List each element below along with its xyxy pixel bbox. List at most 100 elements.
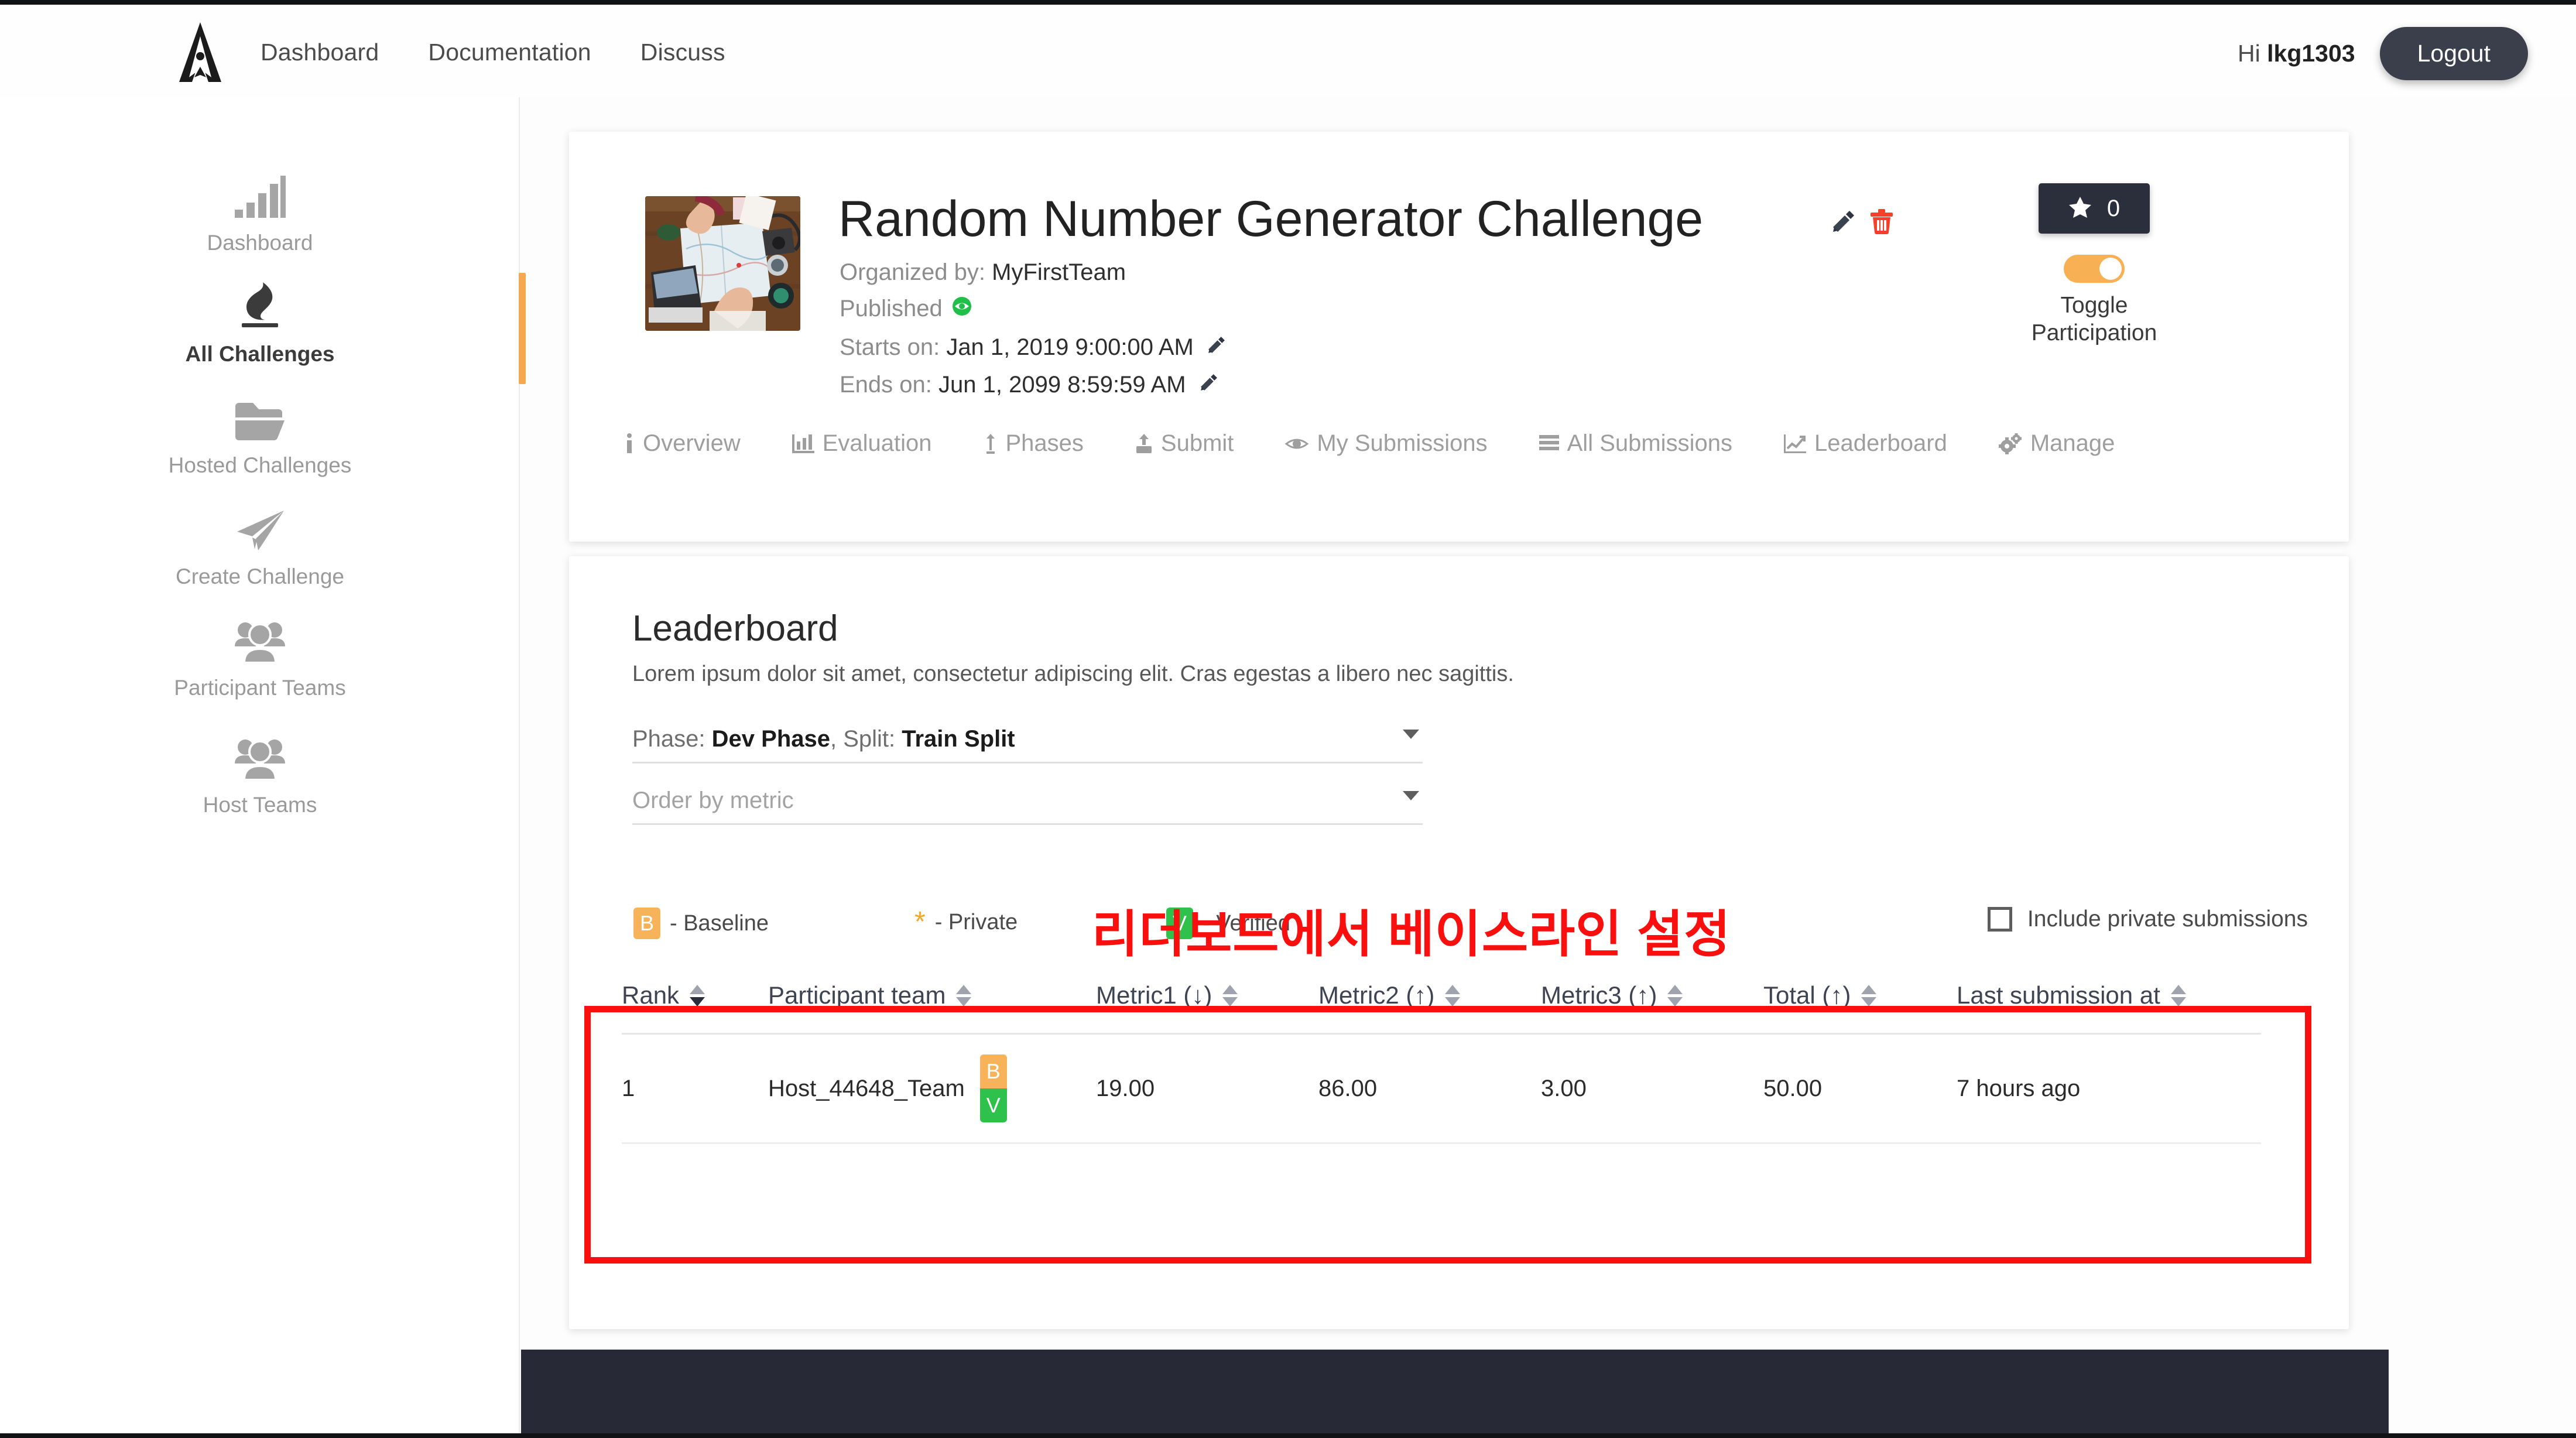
nav-link-dashboard[interactable]: Dashboard [261, 39, 379, 66]
info-icon [624, 433, 635, 454]
order-by-metric-select[interactable]: Order by metric [632, 788, 1423, 825]
tab-submit[interactable]: Submit [1109, 430, 1260, 457]
star-count-button[interactable]: 0 [2039, 183, 2150, 234]
cell-metric1: 19.00 [1096, 1033, 1318, 1144]
chevron-down-icon [1403, 730, 1419, 739]
tab-overview[interactable]: Overview [598, 430, 766, 457]
sidebar-item-host-teams[interactable]: Host Teams [0, 718, 520, 817]
toggle-participation-label: Toggle Participation [2021, 292, 2167, 347]
sort-toggle-last-submission[interactable] [2170, 984, 2186, 1006]
tab-phases[interactable]: Phases [958, 430, 1109, 457]
column-label-last-submission: Last submission at [1957, 981, 2160, 1009]
cell-rank: 1 [622, 1033, 768, 1144]
rocket-logo-icon[interactable] [176, 21, 225, 83]
footer-band [521, 1350, 2389, 1438]
ends-on-value: Jun 1, 2099 8:59:59 AM [938, 372, 1186, 398]
leaderboard-table-head: Rank Participant team Metric1 (↓) Metric… [622, 966, 2261, 1035]
leaderboard-table: Rank Participant team Metric1 (↓) Metric… [622, 966, 2261, 1144]
tab-my-submissions[interactable]: My Submissions [1259, 430, 1513, 457]
column-header-metric3[interactable]: Metric3 (↑) [1541, 966, 1763, 1035]
phase-split-value: Phase: Dev Phase, Split: Train Split [632, 726, 1423, 752]
sort-toggle-metric1[interactable] [1222, 984, 1238, 1006]
starts-on-label: Starts on: [840, 334, 947, 360]
tab-label-submit: Submit [1160, 430, 1234, 456]
flame-icon [0, 267, 520, 330]
toggle-label-line2: Participation [2031, 320, 2157, 345]
pencil-icon[interactable] [1207, 334, 1227, 361]
cell-participant-team: Host_44648_Team B V [768, 1033, 1096, 1144]
baseline-badge: B [633, 908, 660, 939]
column-label-total: Total (↑) [1763, 981, 1851, 1009]
phase-label: Phase: [632, 726, 712, 752]
legend-baseline: B - Baseline [633, 908, 769, 939]
line-chart-icon [1783, 433, 1806, 454]
sort-toggle-rank[interactable] [690, 984, 705, 1006]
tab-label-my-submissions: My Submissions [1317, 430, 1488, 456]
tab-label-manage: Manage [2030, 430, 2115, 456]
organized-by-label: Organized by: [840, 259, 992, 285]
table-header-row: Rank Participant team Metric1 (↓) Metric… [622, 966, 2261, 1035]
sort-toggle-metric2[interactable] [1445, 984, 1461, 1006]
row-verified-badge: V [979, 1088, 1007, 1122]
logout-button[interactable]: Logout [2379, 27, 2528, 80]
column-header-rank[interactable]: Rank [622, 966, 768, 1035]
title-action-icons [1831, 208, 1894, 238]
table-row[interactable]: 1 Host_44648_Team B V 19.00 86.00 3.00 5… [622, 1033, 2261, 1144]
paper-plane-icon [0, 489, 520, 553]
nav-link-documentation[interactable]: Documentation [428, 39, 591, 66]
sidebar-item-create-challenge[interactable]: Create Challenge [0, 489, 520, 589]
column-header-metric1[interactable]: Metric1 (↓) [1096, 966, 1318, 1035]
sidebar-item-participant-teams[interactable]: Participant Teams [0, 601, 520, 700]
pencil-icon[interactable] [1199, 372, 1219, 398]
greeting-prefix: Hi [2238, 40, 2267, 67]
sidebar-label-create-challenge: Create Challenge [176, 564, 344, 588]
ends-on-label: Ends on: [840, 372, 939, 398]
tab-manage[interactable]: Manage [1973, 430, 2141, 457]
tab-label-overview: Overview [643, 430, 741, 456]
sort-toggle-participant-team[interactable] [956, 984, 972, 1006]
column-label-metric2: Metric2 (↑) [1318, 981, 1435, 1009]
starts-on-value: Jan 1, 2019 9:00:00 AM [946, 334, 1194, 360]
include-private-submissions-checkbox[interactable]: Include private submissions [1987, 906, 2308, 932]
tab-leaderboard[interactable]: Leaderboard [1758, 430, 1973, 457]
challenge-tabs: Overview Evaluation Phases Submit My Sub… [598, 430, 2140, 457]
challenge-header-card: Random Number Generator Challenge Organi… [569, 132, 2349, 542]
column-header-metric2[interactable]: Metric2 (↑) [1318, 966, 1541, 1035]
phase-split-select[interactable]: Phase: Dev Phase, Split: Train Split [632, 726, 1423, 763]
ends-on-row: Ends on: Jun 1, 2099 8:59:59 AM [840, 372, 1219, 398]
username-label: lkg1303 [2267, 40, 2355, 67]
toggle-label-line1: Toggle [2060, 293, 2128, 318]
legend-private-label: - Private [934, 910, 1018, 934]
list-icon [1539, 434, 1559, 454]
sidebar-item-dashboard[interactable]: Dashboard [0, 156, 520, 255]
sidebar-item-all-challenges[interactable]: All Challenges [0, 267, 520, 367]
nav-link-discuss[interactable]: Discuss [640, 39, 725, 66]
page-title: Random Number Generator Challenge [838, 191, 1704, 247]
cell-metric3: 3.00 [1541, 1033, 1763, 1144]
starts-on-row: Starts on: Jan 1, 2019 9:00:00 AM [840, 334, 1227, 361]
sort-toggle-metric3[interactable] [1667, 984, 1683, 1006]
column-header-total[interactable]: Total (↑) [1763, 966, 1957, 1035]
toggle-participation-switch[interactable] [2064, 255, 2125, 283]
bar-chart-icon [0, 156, 520, 219]
cogs-icon [1998, 433, 2022, 454]
organized-by-value: MyFirstTeam [992, 259, 1126, 285]
folder-icon [0, 378, 520, 441]
tab-all-submissions[interactable]: All Submissions [1513, 430, 1758, 457]
column-header-participant-team[interactable]: Participant team [768, 966, 1096, 1035]
trash-icon[interactable] [1869, 208, 1894, 238]
pencil-icon[interactable] [1831, 208, 1856, 237]
tab-label-leaderboard: Leaderboard [1814, 430, 1947, 456]
nav-right-group: Hi lkg1303 Logout [2238, 27, 2528, 80]
leaderboard-description: Lorem ipsum dolor sit amet, consectetur … [632, 662, 1514, 686]
users-icon [0, 601, 520, 664]
column-header-last-submission[interactable]: Last submission at [1957, 966, 2261, 1035]
sidebar-item-hosted-challenges[interactable]: Hosted Challenges [0, 378, 520, 478]
top-black-strip [0, 0, 2576, 5]
leaderboard-table-body: 1 Host_44648_Team B V 19.00 86.00 3.00 5… [622, 1033, 2261, 1144]
sort-toggle-total[interactable] [1861, 984, 1877, 1006]
bar-chart-icon [792, 433, 814, 454]
legend-baseline-label: - Baseline [670, 910, 769, 936]
organized-by-row: Organized by: MyFirstTeam [840, 259, 1126, 286]
tab-evaluation[interactable]: Evaluation [766, 430, 958, 457]
